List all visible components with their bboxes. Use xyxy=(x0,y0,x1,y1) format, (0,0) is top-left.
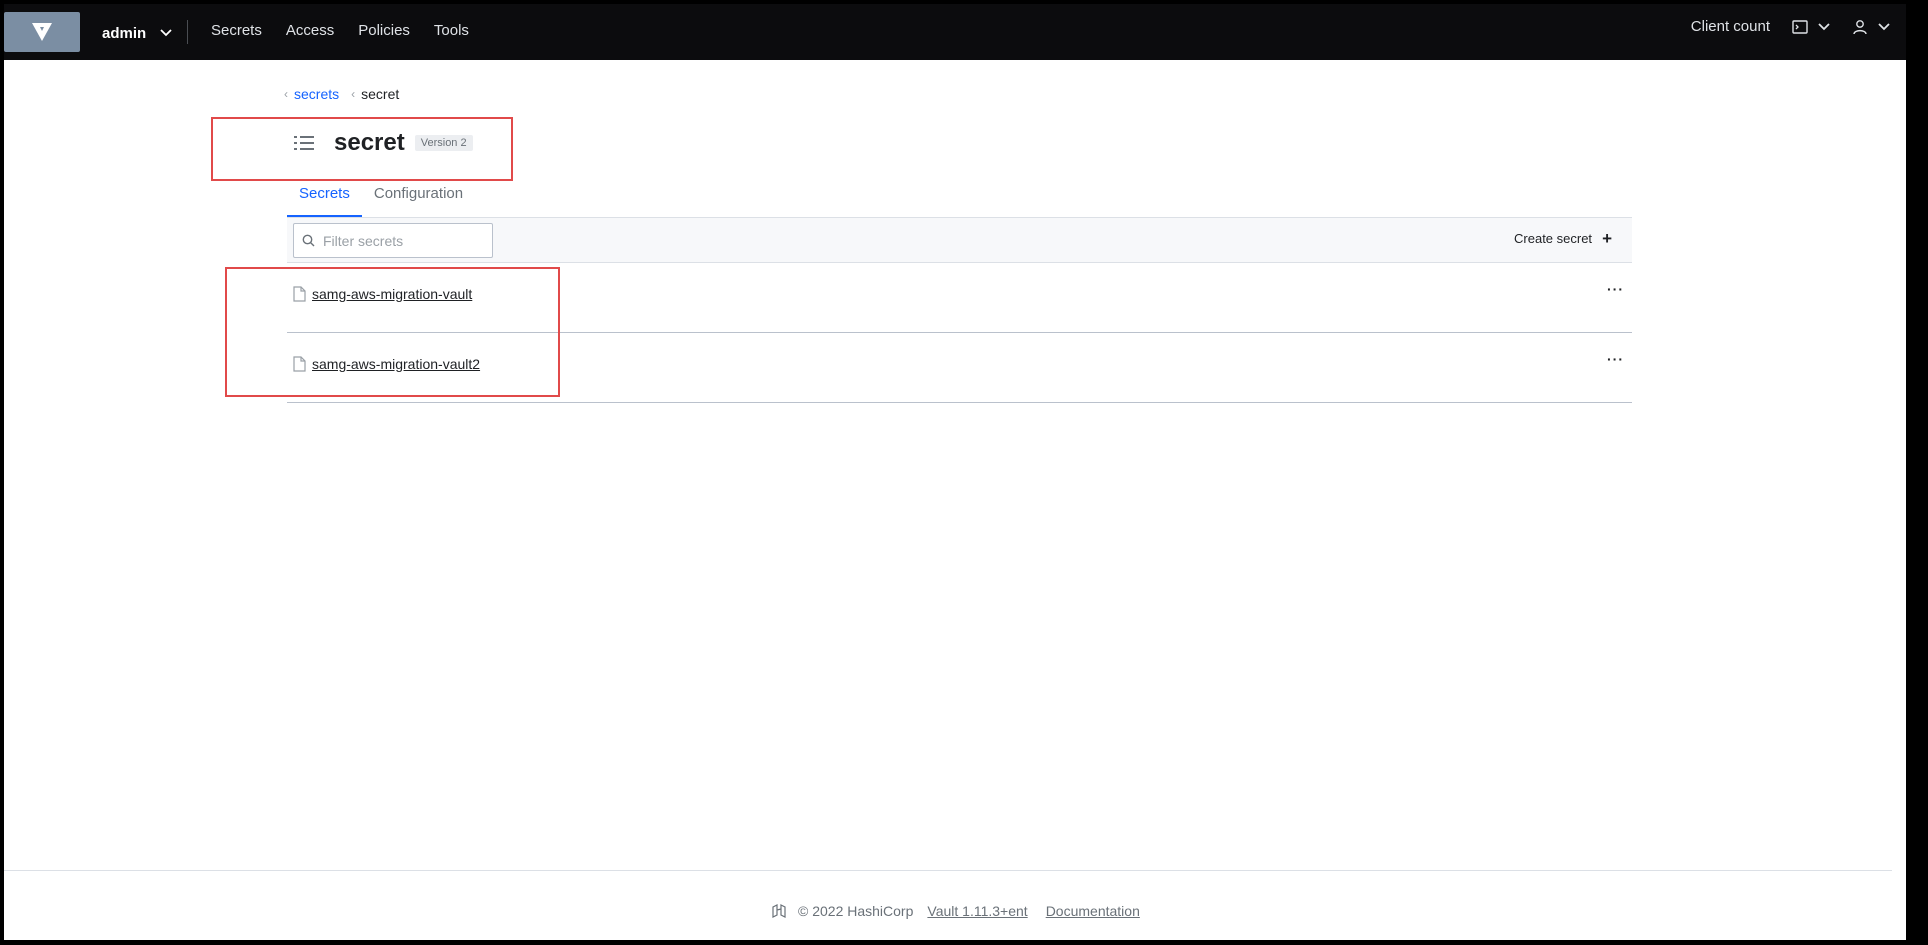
filter-secrets-input[interactable] xyxy=(323,232,483,249)
chevron-left-icon: ‹ xyxy=(351,87,356,101)
user-icon xyxy=(1853,19,1867,34)
top-navigation: admin Secrets Access Policies Tools Clie… xyxy=(4,4,1906,60)
breadcrumb-link-secrets[interactable]: secrets xyxy=(294,86,339,102)
create-secret-label: Create secret xyxy=(1514,231,1593,246)
more-options-button[interactable]: ··· xyxy=(1607,351,1624,367)
nav-link-access[interactable]: Access xyxy=(286,22,334,39)
console-menu[interactable] xyxy=(1792,19,1830,34)
nav-right: Client count xyxy=(1691,18,1890,35)
client-count-link[interactable]: Client count xyxy=(1691,18,1770,35)
tab-secrets[interactable]: Secrets xyxy=(287,179,362,217)
highlight-box-title xyxy=(211,117,513,181)
footer-content: © 2022 HashiCorp Vault 1.11.3+ent Docume… xyxy=(772,903,1140,919)
app-frame: admin Secrets Access Policies Tools Clie… xyxy=(4,4,1906,940)
tab-bar: Secrets Configuration xyxy=(287,179,1632,217)
chevron-down-icon xyxy=(1818,22,1830,30)
page-scrollbar[interactable] xyxy=(1892,60,1906,940)
breadcrumb: ‹ secrets ‹ secret xyxy=(284,86,399,102)
vault-logo-icon[interactable] xyxy=(4,12,80,52)
footer: © 2022 HashiCorp Vault 1.11.3+ent Docume… xyxy=(4,870,1906,940)
nav-link-tools[interactable]: Tools xyxy=(434,22,469,39)
breadcrumb-current-label: secret xyxy=(361,86,400,102)
user-menu[interactable] xyxy=(1852,19,1890,35)
footer-docs-link[interactable]: Documentation xyxy=(1046,903,1140,919)
namespace-switcher[interactable]: admin xyxy=(102,22,172,44)
namespace-label: admin xyxy=(102,24,147,42)
chevron-left-icon: ‹ xyxy=(284,87,288,101)
hashicorp-logo-icon xyxy=(772,904,786,918)
highlight-box-secrets xyxy=(225,267,560,397)
filter-field xyxy=(293,223,493,258)
search-icon xyxy=(302,234,315,247)
terminal-icon xyxy=(1792,19,1808,34)
plus-icon: + xyxy=(1602,228,1612,248)
footer-copyright: © 2022 HashiCorp xyxy=(798,903,914,919)
nav-divider xyxy=(187,20,188,44)
list-toolbar: Create secret + xyxy=(287,217,1632,263)
footer-version-link[interactable]: Vault 1.11.3+ent xyxy=(927,903,1027,919)
breadcrumb-parent: ‹ secrets xyxy=(284,86,339,102)
breadcrumb-current: ‹ secret xyxy=(351,86,399,102)
chevron-down-icon xyxy=(160,29,172,37)
create-secret-button[interactable]: Create secret + xyxy=(1514,228,1612,248)
nav-link-policies[interactable]: Policies xyxy=(358,22,410,39)
tab-configuration[interactable]: Configuration xyxy=(362,179,475,217)
main-nav-links: Secrets Access Policies Tools xyxy=(211,22,469,39)
nav-link-secrets[interactable]: Secrets xyxy=(211,22,262,39)
chevron-down-icon xyxy=(1878,22,1890,30)
more-options-button[interactable]: ··· xyxy=(1607,281,1624,297)
